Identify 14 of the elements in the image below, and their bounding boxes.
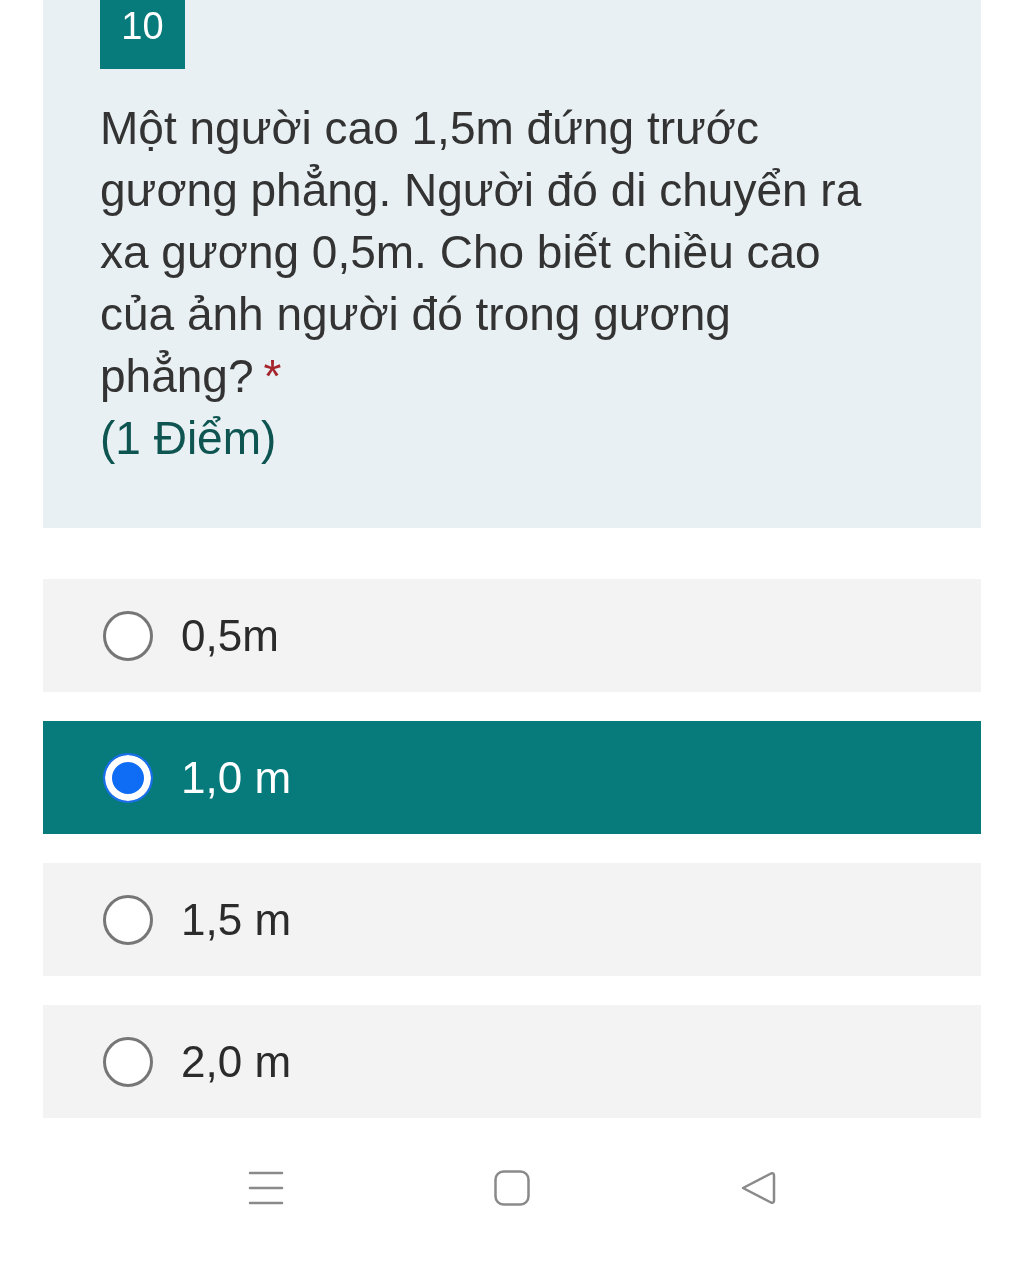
radio-icon[interactable] xyxy=(103,610,153,661)
radio-icon[interactable] xyxy=(103,752,153,803)
question-text: Một người cao 1,5m đứng trước gương phẳng. Người đó di chuyển ra xa gương 0,5m. Cho biết chiều cao của ảnh người đó trong gương phẳng? * xyxy=(100,101,863,404)
radio-icon[interactable] xyxy=(103,894,153,945)
question-points: (1 Điểm) xyxy=(100,411,277,466)
menu-icon[interactable] xyxy=(248,1169,284,1206)
question-number: 10 xyxy=(100,0,185,69)
radio-icon[interactable] xyxy=(103,1036,153,1087)
answer-option[interactable]: 0,5m xyxy=(43,579,981,692)
back-icon[interactable] xyxy=(740,1169,776,1206)
answer-option[interactable]: 1,0 m xyxy=(43,721,981,834)
answer-option[interactable]: 1,5 m xyxy=(43,863,981,976)
square-icon[interactable] xyxy=(494,1169,530,1206)
answer-option[interactable]: 2,0 m xyxy=(43,1005,981,1118)
